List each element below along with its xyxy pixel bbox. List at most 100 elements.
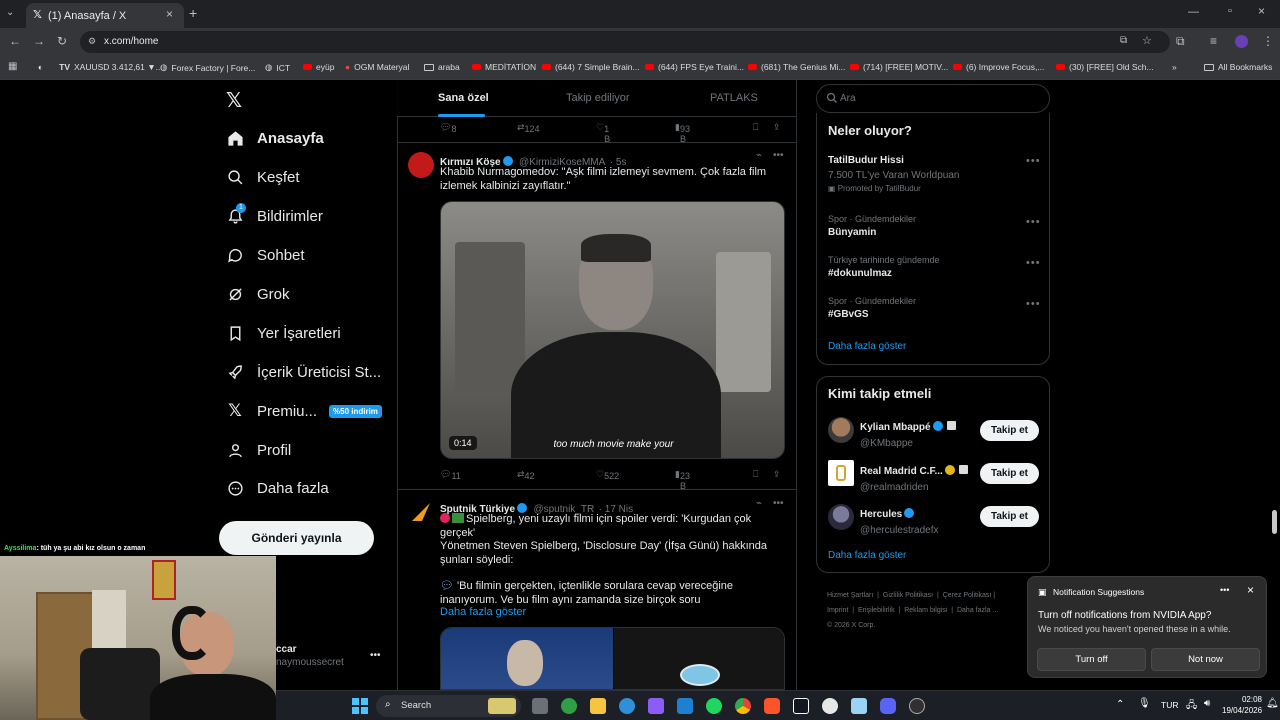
trend-more-icon[interactable]: •••: [1026, 216, 1041, 228]
bookmark-motiv[interactable]: (714) [FREE] MOTIV...: [850, 62, 948, 72]
who-show-more[interactable]: Daha fazla göster: [828, 550, 906, 561]
microphone-icon[interactable]: 🎙︎: [1138, 698, 1151, 709]
tab-close-icon[interactable]: ×: [166, 7, 173, 21]
tweet-more-icon[interactable]: •••: [773, 498, 784, 509]
trend-item[interactable]: Spor · Gündemdekiler #GBvGS: [828, 296, 916, 320]
trend-item[interactable]: Spor · Gündemdekiler Bünyamin: [828, 214, 916, 238]
reply-button[interactable]: 💬︎ 8: [440, 122, 456, 134]
tab-for-you[interactable]: Sana özel: [438, 92, 489, 117]
taskbar-search[interactable]: ⌕ Search: [376, 695, 521, 717]
bookmark-icon[interactable]: ⎕: [753, 122, 758, 133]
footer-link[interactable]: Çerez Politikası: [943, 592, 992, 599]
clock[interactable]: 02:08 19/04/2026: [1222, 695, 1262, 715]
like-button[interactable]: ♡ 522: [596, 469, 619, 481]
nav-more[interactable]: Daha fazla: [226, 471, 329, 505]
footer-link[interactable]: Gizlilik Politikası: [883, 592, 933, 599]
xbox-icon[interactable]: [561, 698, 577, 714]
tab-following[interactable]: Takip ediliyor: [566, 92, 630, 104]
extensions-icon[interactable]: ⧉: [1176, 34, 1185, 49]
grok-explain-icon[interactable]: ⌁: [756, 498, 762, 509]
suggestion-user[interactable]: Real Madrid C.F... @realmadriden: [860, 461, 968, 493]
search-input[interactable]: Ara: [816, 84, 1050, 113]
share-icon[interactable]: ⇪: [773, 122, 781, 133]
page-scrollbar[interactable]: [1272, 510, 1277, 534]
site-info-icon[interactable]: ⚙: [88, 36, 96, 47]
follow-button[interactable]: Takip et: [980, 420, 1039, 441]
suggestion-user[interactable]: Hercules @herculestradefx: [860, 504, 939, 536]
notification-more-icon[interactable]: •••: [1220, 585, 1229, 595]
trend-item[interactable]: Türkiye tarihinde gündemde #dokunulmaz: [828, 255, 940, 279]
nav-premium[interactable]: 𝕏 Premiu... %50 indirim: [226, 394, 382, 428]
trend-more-icon[interactable]: •••: [1026, 298, 1041, 310]
tweet-avatar[interactable]: [408, 499, 434, 525]
not-now-button[interactable]: Not now: [1151, 648, 1260, 671]
views-button[interactable]: ▮ 93 B: [675, 122, 690, 144]
network-icon[interactable]: 🖧︎: [1186, 698, 1197, 715]
nav-notifications[interactable]: 1 Bildirimler: [226, 199, 323, 233]
bookmark-old-school[interactable]: (30) [FREE] Old Sch...: [1056, 62, 1154, 72]
nav-bookmarks[interactable]: Yer İşaretleri: [226, 316, 341, 350]
forward-icon[interactable]: →: [33, 34, 45, 48]
tray-overflow-icon[interactable]: ⌃: [1116, 699, 1124, 710]
tradingview-icon[interactable]: [793, 698, 809, 714]
show-more-link[interactable]: Daha fazla göster: [440, 606, 526, 620]
repost-button[interactable]: ⇄ 124: [517, 122, 540, 134]
omnibox[interactable]: ⚙ x.com/home ⧉ ☆: [80, 31, 1170, 53]
bookmark-forexfactory[interactable]: ◍ Forex Factory | Fore...: [160, 62, 255, 73]
menu-icon[interactable]: ⋮: [1262, 34, 1274, 48]
promoted-trend[interactable]: TatilBudur Hissi 7.500 TL'ye Varan World…: [828, 155, 1038, 193]
chrome-icon[interactable]: [735, 698, 751, 714]
like-button[interactable]: ♡ 1 B: [596, 122, 610, 144]
new-tab-button[interactable]: +: [189, 5, 197, 21]
footer-link[interactable]: Hizmet Şartları: [827, 592, 873, 599]
cast-icon[interactable]: ⧉: [1120, 35, 1127, 46]
share-icon[interactable]: ⇪: [773, 469, 781, 480]
apps-icon[interactable]: ▦: [8, 61, 17, 72]
nav-creator-studio[interactable]: İçerik Üreticisi St...: [226, 355, 381, 389]
views-button[interactable]: ▮ 23 B: [675, 469, 690, 491]
x-logo-icon[interactable]: 𝕏: [226, 88, 242, 113]
tab-search-icon[interactable]: ⌄: [6, 7, 14, 18]
notification-close-icon[interactable]: ×: [1247, 583, 1254, 597]
nav-explore[interactable]: Keşfet: [226, 160, 300, 194]
back-icon[interactable]: ←: [9, 34, 21, 48]
maximize-button[interactable]: ▫: [1228, 5, 1232, 17]
avatar[interactable]: [828, 417, 854, 443]
app-icon[interactable]: [851, 698, 867, 714]
reading-list-icon[interactable]: ≡: [1210, 34, 1217, 48]
footer-link[interactable]: Erişilebilirlik: [858, 607, 895, 614]
chatgpt-icon[interactable]: [822, 698, 838, 714]
bookmark-icon[interactable]: ⎕: [753, 469, 758, 480]
tweet-video[interactable]: 0:14 too much movie make your: [440, 201, 785, 459]
bookmark-genius[interactable]: (681) The Genius Mi...: [748, 62, 845, 72]
follow-button[interactable]: Takip et: [980, 463, 1039, 484]
nav-chat[interactable]: Sohbet: [226, 238, 305, 272]
nav-grok[interactable]: Grok: [226, 277, 290, 311]
store-icon[interactable]: [677, 698, 693, 714]
bookmark-meditation[interactable]: MEDİTATİON: [472, 62, 536, 72]
window-close-button[interactable]: ×: [1258, 4, 1265, 18]
nav-home[interactable]: Anasayfa: [226, 121, 324, 155]
task-view-icon[interactable]: [532, 698, 548, 714]
turn-off-button[interactable]: Turn off: [1037, 648, 1146, 671]
footer-link[interactable]: Daha fazla ...: [957, 607, 998, 614]
trend-more-icon[interactable]: •••: [1026, 257, 1041, 269]
bookmark-star-icon[interactable]: ☆: [1142, 34, 1152, 47]
profile-avatar[interactable]: [1235, 35, 1248, 48]
discord-icon[interactable]: [880, 698, 896, 714]
post-button[interactable]: Gönderi yayınla: [219, 521, 374, 555]
grok-explain-icon[interactable]: ⌁: [756, 150, 762, 161]
trend-more-icon[interactable]: •••: [1026, 155, 1041, 167]
spotify-icon[interactable]: [706, 698, 722, 714]
follow-button[interactable]: Takip et: [980, 506, 1039, 527]
brave-icon[interactable]: [764, 698, 780, 714]
tweet-media[interactable]: [440, 627, 785, 690]
footer-link[interactable]: Reklam bilgisi: [904, 607, 947, 614]
repost-button[interactable]: ⇄ 42: [517, 469, 535, 481]
edge-icon[interactable]: [619, 698, 635, 714]
notification-bell-icon[interactable]: 🔔︎: [1266, 698, 1279, 709]
bookmark-fps-eye[interactable]: (644) FPS Eye Traini...: [645, 62, 744, 72]
bookmark-ict[interactable]: ◍ ICT: [265, 62, 290, 73]
account-switcher[interactable]: ccar naymoussecret •••: [276, 644, 386, 674]
bookmarks-overflow-icon[interactable]: »: [1172, 62, 1177, 72]
